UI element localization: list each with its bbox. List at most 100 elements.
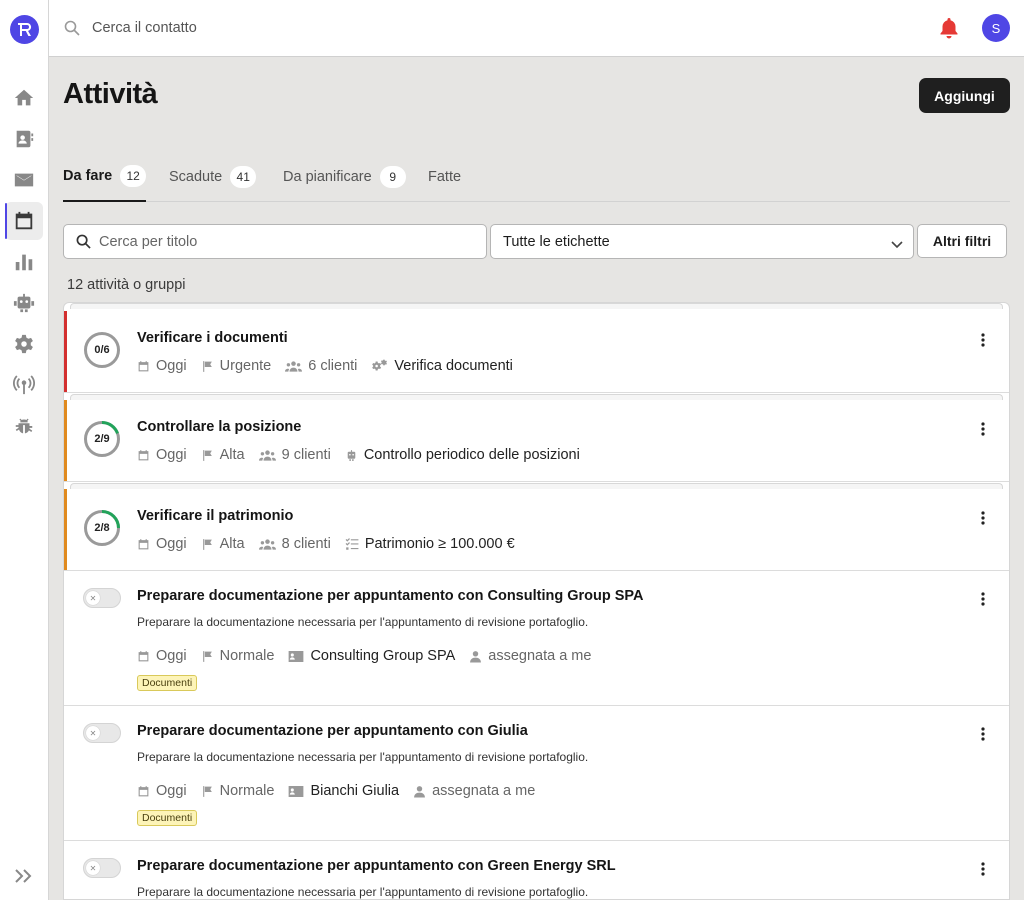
- task-description: Preparare la documentazione necessaria p…: [137, 615, 589, 629]
- tab-label: Scadute: [169, 169, 223, 185]
- nav-mail[interactable]: [5, 161, 43, 199]
- id-card-icon: [289, 650, 304, 662]
- nav-calendar[interactable]: [5, 202, 43, 240]
- nav-contacts[interactable]: [5, 120, 43, 158]
- clients-count: 9 clienti: [258, 447, 331, 463]
- task-title: Verificare il patrimonio: [137, 508, 294, 524]
- users-icon: [258, 538, 276, 550]
- tab-label: Da fare: [63, 168, 113, 184]
- progress-ring: 2/9: [83, 420, 121, 458]
- antenna-icon: [13, 375, 35, 395]
- task-row[interactable]: ✕ Preparare documentazione per appuntame…: [64, 841, 1009, 899]
- id-card-icon: [289, 785, 304, 797]
- task-row[interactable]: ✕ Preparare documentazione per appuntame…: [64, 571, 1009, 706]
- calendar-icon: [15, 211, 33, 230]
- group-type: Verifica documenti: [371, 358, 513, 374]
- bar-chart-icon: [15, 254, 33, 271]
- priority: Normale: [201, 783, 275, 799]
- calendar-icon: [138, 449, 149, 460]
- more-options-button[interactable]: [977, 725, 989, 743]
- flag-icon: [202, 650, 212, 662]
- assignee: assegnata a me: [413, 783, 535, 799]
- task-row[interactable]: ✕ Preparare documentazione per appuntame…: [64, 706, 1009, 841]
- task-complete-toggle[interactable]: ✕: [83, 723, 121, 743]
- progress-label: 0/6: [94, 344, 110, 356]
- users-icon: [285, 360, 303, 372]
- task-list: 0/6 Verificare i documenti Oggi Urgente …: [63, 302, 1010, 900]
- more-options-button[interactable]: [977, 590, 989, 608]
- tab-label: Da pianificare: [283, 169, 372, 185]
- add-button[interactable]: Aggiungi: [919, 78, 1010, 113]
- more-options-button[interactable]: [977, 509, 989, 527]
- tab-label: Fatte: [428, 169, 462, 185]
- expand-sidebar-button[interactable]: [11, 864, 37, 888]
- contact-search-input[interactable]: Cerca il contatto: [92, 20, 197, 36]
- flag-icon: [202, 785, 212, 797]
- due-date-text: Oggi: [156, 447, 187, 463]
- group-type: Patrimonio ≥ 100.000 €: [345, 536, 515, 552]
- task-title: Preparare documentazione per appuntament…: [137, 723, 528, 739]
- task-meta: Oggi Urgente 6 clienti Verifica document…: [137, 358, 527, 374]
- clients-count: 8 clienti: [258, 536, 331, 552]
- results-count: 12 attività o gruppi: [67, 277, 186, 293]
- task-group[interactable]: 2/9 Controllare la posizione Oggi Alta 9…: [64, 400, 1009, 482]
- task-group[interactable]: 0/6 Verificare i documenti Oggi Urgente …: [64, 311, 1009, 393]
- tab-count-badge: 41: [230, 166, 257, 188]
- due-date: Oggi: [137, 447, 187, 463]
- contact-text: Consulting Group SPA: [310, 648, 456, 664]
- tabs: Da fare 12 Scadute 41 Da pianificare 9 F…: [63, 160, 1010, 202]
- tab-da-pianificare[interactable]: Da pianificare 9: [283, 160, 406, 202]
- app-logo[interactable]: [10, 15, 39, 44]
- due-date-text: Oggi: [156, 783, 187, 799]
- assignee-text: assegnata a me: [432, 783, 536, 799]
- checklist-icon: [345, 537, 359, 550]
- nav-home[interactable]: [5, 79, 43, 117]
- kebab-icon: [981, 333, 985, 347]
- task-title: Preparare documentazione per appuntament…: [137, 588, 644, 604]
- progress-label: 2/9: [94, 433, 110, 445]
- task-meta: Oggi Normale Bianchi Giulia assegnata a …: [137, 783, 549, 799]
- nav-broadcast[interactable]: [5, 366, 43, 404]
- nav-analytics[interactable]: [5, 243, 43, 281]
- nav-settings[interactable]: [5, 325, 43, 363]
- priority-text: Normale: [219, 783, 275, 799]
- task-title: Controllare la posizione: [137, 419, 302, 435]
- mail-icon: [14, 173, 34, 187]
- group-type-text: Patrimonio ≥ 100.000 €: [364, 536, 515, 552]
- more-filters-button[interactable]: Altri filtri: [917, 224, 1007, 258]
- priority-accent-bar: [64, 400, 67, 481]
- title-search-input[interactable]: Cerca per titolo: [63, 224, 487, 259]
- labels-select-value: Tutte le etichette: [503, 234, 610, 250]
- progress-label: 2/8: [94, 522, 110, 534]
- robot-icon: [13, 293, 35, 313]
- group-stack-edge: [70, 303, 1003, 309]
- assignee-text: assegnata a me: [488, 648, 592, 664]
- labels-select[interactable]: Tutte le etichette: [490, 224, 914, 259]
- tab-fatte[interactable]: Fatte: [428, 160, 461, 202]
- logo-icon: [18, 22, 32, 36]
- users-icon: [258, 449, 276, 461]
- user-icon: [470, 650, 482, 662]
- task-complete-toggle[interactable]: ✕: [83, 588, 121, 608]
- clients-count: 6 clienti: [285, 358, 357, 374]
- label-tag[interactable]: Documenti: [137, 675, 198, 691]
- close-icon: ✕: [86, 591, 100, 605]
- task-group[interactable]: 2/8 Verificare il patrimonio Oggi Alta 8…: [64, 489, 1009, 571]
- notifications-bell-icon[interactable]: [937, 16, 961, 45]
- more-options-button[interactable]: [977, 331, 989, 349]
- nav-robot[interactable]: [5, 284, 43, 322]
- search-placeholder: Cerca per titolo: [99, 234, 198, 250]
- bug-icon: [15, 418, 33, 434]
- nav-debug[interactable]: [5, 407, 43, 445]
- home-icon: [14, 89, 34, 106]
- gear-icon: [15, 334, 33, 354]
- user-avatar[interactable]: S: [982, 14, 1010, 42]
- tab-da-fare[interactable]: Da fare 12: [63, 160, 147, 202]
- more-options-button[interactable]: [977, 420, 989, 438]
- more-options-button[interactable]: [977, 860, 989, 878]
- robot-icon: [347, 449, 356, 461]
- sidebar: [0, 0, 49, 900]
- label-tag[interactable]: Documenti: [137, 810, 198, 826]
- task-complete-toggle[interactable]: ✕: [83, 858, 121, 878]
- tab-scadute[interactable]: Scadute 41: [169, 160, 257, 202]
